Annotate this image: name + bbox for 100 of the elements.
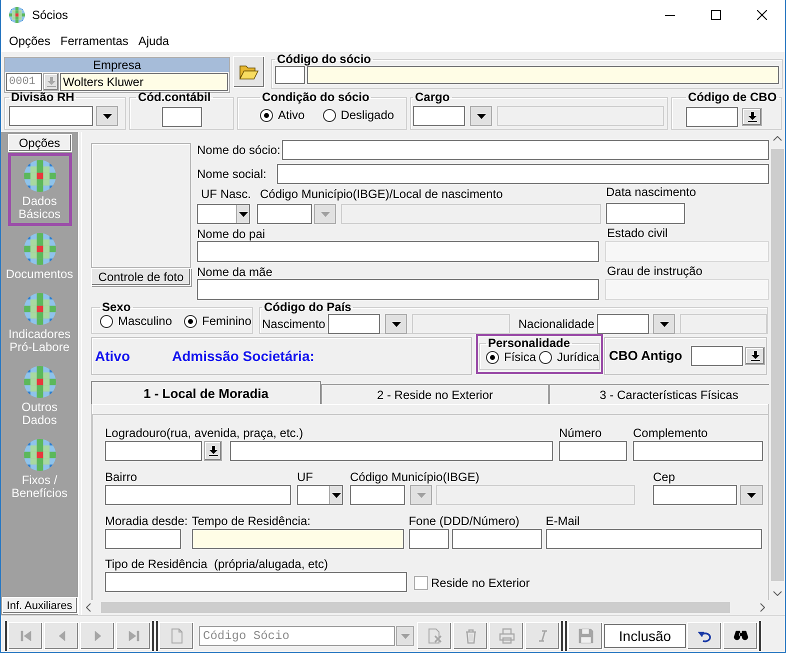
open-folder-button[interactable] xyxy=(233,56,265,88)
dropdown-button[interactable] xyxy=(96,106,118,126)
document-cross-icon xyxy=(426,628,442,644)
radio-button[interactable]: Feminino xyxy=(184,314,252,328)
input-field[interactable] xyxy=(105,529,181,549)
input-field[interactable] xyxy=(408,529,449,549)
field-label: UF Nasc. xyxy=(201,187,252,201)
field-label: Nascimento xyxy=(262,317,326,331)
input-field[interactable] xyxy=(105,485,291,505)
input-field[interactable] xyxy=(328,314,380,334)
field-label: Nome social: xyxy=(197,167,268,181)
field-label: Nome do pai xyxy=(197,227,266,241)
radio-button[interactable]: Desligado xyxy=(322,108,394,122)
menu-item[interactable]: Opções xyxy=(4,34,56,48)
field-label: Estado civil xyxy=(607,226,668,240)
group-title: Cargo xyxy=(414,90,451,104)
sidebar-footer-button[interactable]: Inf. Auxiliares xyxy=(2,597,78,614)
radio-button[interactable]: Ativo xyxy=(260,108,305,122)
tab[interactable]: 3 - Características Físicas xyxy=(549,384,769,404)
input-field[interactable] xyxy=(230,441,553,461)
printer-icon xyxy=(498,628,514,644)
lookup-button[interactable] xyxy=(204,441,222,461)
field-label: Logradouro(rua, avenida, praça, etc.) xyxy=(105,426,304,440)
field-label: Fone (DDD/Número) xyxy=(408,514,520,528)
group-title: Cód.contábil xyxy=(137,90,212,104)
lookup-button[interactable] xyxy=(742,108,762,126)
close-icon xyxy=(757,10,767,20)
field-label: Código Município(IBGE) xyxy=(350,470,480,484)
caret-icon xyxy=(320,212,330,216)
input-field[interactable] xyxy=(257,204,312,224)
globe-icon xyxy=(24,366,56,398)
search-field[interactable]: Código Sócio xyxy=(199,626,395,646)
input-field[interactable] xyxy=(559,441,627,461)
sidebar-header[interactable]: Opções xyxy=(8,134,72,152)
caret-icon xyxy=(660,322,669,326)
input-field[interactable] xyxy=(275,66,305,84)
dropdown-button[interactable] xyxy=(470,106,492,126)
input-field[interactable] xyxy=(277,164,769,184)
input-field[interactable] xyxy=(197,279,599,300)
input-field[interactable] xyxy=(653,485,737,505)
input-field[interactable] xyxy=(546,529,762,549)
input-field[interactable] xyxy=(105,441,202,461)
dropdown-button[interactable] xyxy=(740,485,763,505)
field-label: Cep xyxy=(653,470,676,484)
skip-end-icon xyxy=(126,628,142,644)
radio-button[interactable]: Física xyxy=(486,350,536,364)
caret-icon xyxy=(400,634,410,638)
field-label: UF xyxy=(297,470,313,484)
input-field[interactable] xyxy=(691,346,744,366)
input-field[interactable] xyxy=(307,66,779,84)
field-label: Tempo de Residência: xyxy=(192,514,310,528)
status-text: Ativo xyxy=(95,348,130,364)
floppy-disk-icon xyxy=(578,628,594,644)
input-field[interactable] xyxy=(633,441,763,461)
group-title: Divisão RH xyxy=(10,90,76,104)
caret-icon xyxy=(332,492,340,498)
input-field[interactable] xyxy=(105,572,407,592)
menu-item[interactable]: Ferramentas xyxy=(55,34,134,48)
folder-icon xyxy=(239,64,259,80)
input-field[interactable] xyxy=(686,107,738,127)
input-field[interactable] xyxy=(162,107,202,127)
field-label: E-Mail xyxy=(546,514,580,528)
app-icon xyxy=(9,7,25,23)
download-arrow-icon xyxy=(208,446,218,456)
group-title: Código do País xyxy=(263,300,352,314)
input-field[interactable] xyxy=(350,485,405,505)
field-label: Tipo de Residência (própria/alugada, etc) xyxy=(105,557,328,571)
input-field[interactable]: Wolters Kluwer xyxy=(60,73,228,91)
field-label: Moradia desde: xyxy=(105,514,188,528)
lookup-button[interactable] xyxy=(745,347,766,365)
undo-button[interactable] xyxy=(687,622,722,650)
tab[interactable]: 2 - Reside no Exterior xyxy=(321,384,549,404)
field-label: Bairro xyxy=(105,470,138,484)
input-field[interactable] xyxy=(282,140,769,160)
radio-button[interactable]: Masculino xyxy=(100,314,172,328)
find-button[interactable] xyxy=(723,622,758,650)
input-field[interactable] xyxy=(197,241,599,262)
mode-indicator: Inclusão xyxy=(604,624,686,648)
input-field[interactable] xyxy=(9,106,93,126)
dropdown-button[interactable] xyxy=(653,314,676,334)
checkbox[interactable]: Reside no Exterior xyxy=(414,576,530,590)
menu-item[interactable]: Ajuda xyxy=(133,34,174,48)
tab[interactable]: 1 - Local de Moradia xyxy=(91,381,321,404)
caret-icon xyxy=(416,492,426,498)
field-label: Grau de instrução xyxy=(607,264,702,278)
radio-button[interactable]: Jurídica xyxy=(539,350,600,364)
dropdown-field[interactable] xyxy=(297,485,343,505)
input-field[interactable] xyxy=(452,529,542,549)
group-title: Código de CBO xyxy=(687,90,778,104)
dropdown-button[interactable] xyxy=(385,314,408,334)
input-field[interactable] xyxy=(597,314,650,334)
photo-control-button[interactable]: Controle de foto xyxy=(91,268,191,286)
field-label: Código Município(IBGE)/Local de nascimento xyxy=(260,187,503,201)
input-field[interactable] xyxy=(413,106,465,126)
caret-icon xyxy=(238,212,248,216)
caret-icon xyxy=(392,322,401,326)
input-field[interactable] xyxy=(192,529,404,549)
input-field[interactable] xyxy=(606,203,685,224)
caret-icon xyxy=(476,114,486,118)
dropdown-field[interactable] xyxy=(197,204,250,224)
